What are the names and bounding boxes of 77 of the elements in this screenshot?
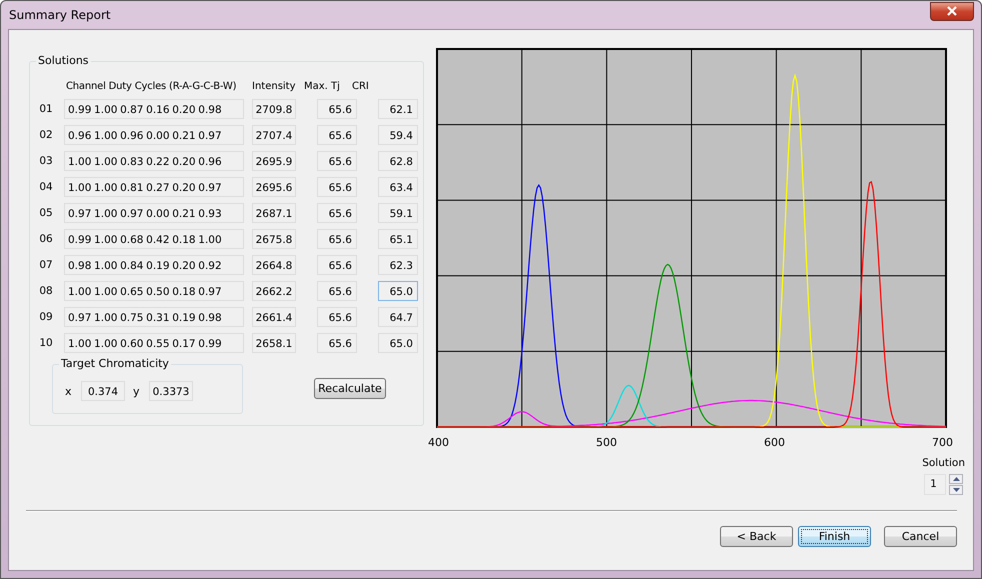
- duty-cycles-field: 1.00 1.00 0.83 0.22 0.20 0.96: [64, 151, 244, 171]
- intensity-field: 2687.1: [252, 203, 296, 223]
- column-header: Channel Duty Cycles (R-A-G-C-B-W): [65, 80, 238, 92]
- row-number: 01: [38, 103, 54, 115]
- duty-cycles-field: 0.99 1.00 0.68 0.42 0.18 1.00: [64, 229, 244, 249]
- close-button[interactable]: [930, 2, 974, 20]
- intensity-field: 2675.8: [252, 229, 296, 249]
- up-arrow-icon: [952, 477, 960, 481]
- max-tj-field: 65.6: [317, 307, 357, 327]
- y-label: y: [133, 384, 141, 398]
- row-number: 02: [38, 129, 54, 141]
- cri-field: 59.4: [378, 125, 418, 145]
- max-tj-field: 65.6: [317, 125, 357, 145]
- cri-field: 63.4: [378, 177, 418, 197]
- intensity-field: 2662.2: [252, 281, 296, 301]
- cri-field: 62.3: [378, 255, 418, 275]
- column-header: Intensity: [252, 80, 296, 92]
- row-number: 05: [38, 207, 54, 219]
- dialog-button[interactable]: Cancel: [884, 526, 957, 547]
- group-title: Solutions: [36, 54, 91, 67]
- cri-field: 65.1: [378, 229, 418, 249]
- x-label: x: [65, 384, 73, 398]
- column-header: Max. Tj: [304, 80, 341, 92]
- max-tj-field: 65.6: [317, 203, 357, 223]
- duty-cycles-field: 1.00 1.00 0.81 0.27 0.20 0.97: [64, 177, 244, 197]
- intensity-field: 2664.8: [252, 255, 296, 275]
- solution-label: Solution: [922, 457, 965, 469]
- close-icon: [946, 6, 958, 16]
- axis-tick-label: 500: [596, 436, 617, 449]
- max-tj-field: 65.6: [317, 177, 357, 197]
- group-title: Target Chromaticity: [59, 357, 171, 370]
- row-number: 03: [38, 155, 54, 167]
- cri-field: 59.1: [378, 203, 418, 223]
- duty-cycles-field: 0.99 1.00 0.87 0.16 0.20 0.98: [64, 99, 244, 119]
- row-number: 06: [38, 233, 54, 245]
- duty-cycles-field: 1.00 1.00 0.60 0.55 0.17 0.99: [64, 333, 244, 353]
- row-number: 09: [38, 311, 54, 323]
- axis-tick-label: 700: [932, 436, 953, 449]
- spin-up-button[interactable]: [949, 474, 964, 484]
- spin-down-button[interactable]: [949, 485, 964, 495]
- axis-tick-label: 600: [764, 436, 785, 449]
- max-tj-field: 65.6: [317, 99, 357, 119]
- max-tj-field: 65.6: [317, 281, 357, 301]
- intensity-field: 2695.9: [252, 151, 296, 171]
- intensity-field: 2695.6: [252, 177, 296, 197]
- dialog-button[interactable]: < Back: [720, 526, 793, 547]
- column-header: CRI: [352, 80, 370, 92]
- window-title: Summary Report: [9, 8, 111, 22]
- row-number: 04: [38, 181, 54, 193]
- row-number: 07: [38, 259, 54, 271]
- max-tj-field: 65.6: [317, 229, 357, 249]
- max-tj-field: 65.6: [317, 255, 357, 275]
- duty-cycles-field: 0.96 1.00 0.96 0.00 0.21 0.97: [64, 125, 244, 145]
- row-number: 08: [38, 285, 54, 297]
- cri-field: 62.1: [378, 99, 418, 119]
- cri-field: 65.0: [378, 281, 418, 301]
- row-number: 10: [38, 337, 54, 349]
- intensity-field: 2661.4: [252, 307, 296, 327]
- solution-spinner-field[interactable]: 1: [924, 474, 946, 495]
- y-field: 0.3373: [149, 381, 193, 401]
- cri-field: 62.8: [378, 151, 418, 171]
- cri-field: 65.0: [378, 333, 418, 353]
- down-arrow-icon: [952, 488, 960, 492]
- duty-cycles-field: 0.97 1.00 0.97 0.00 0.21 0.93: [64, 203, 244, 223]
- intensity-field: 2658.1: [252, 333, 296, 353]
- axis-tick-label: 400: [428, 436, 449, 449]
- intensity-field: 2709.8: [252, 99, 296, 119]
- dialog-button[interactable]: Finish: [798, 526, 871, 547]
- cri-field: 64.7: [378, 307, 418, 327]
- duty-cycles-field: 1.00 1.00 0.65 0.50 0.18 0.97: [64, 281, 244, 301]
- max-tj-field: 65.6: [317, 333, 357, 353]
- recalculate-button[interactable]: Recalculate: [314, 378, 386, 399]
- duty-cycles-field: 0.97 1.00 0.75 0.31 0.19 0.98: [64, 307, 244, 327]
- max-tj-field: 65.6: [317, 151, 357, 171]
- x-field: 0.374: [81, 381, 125, 401]
- duty-cycles-field: 0.98 1.00 0.84 0.19 0.20 0.92: [64, 255, 244, 275]
- intensity-field: 2707.4: [252, 125, 296, 145]
